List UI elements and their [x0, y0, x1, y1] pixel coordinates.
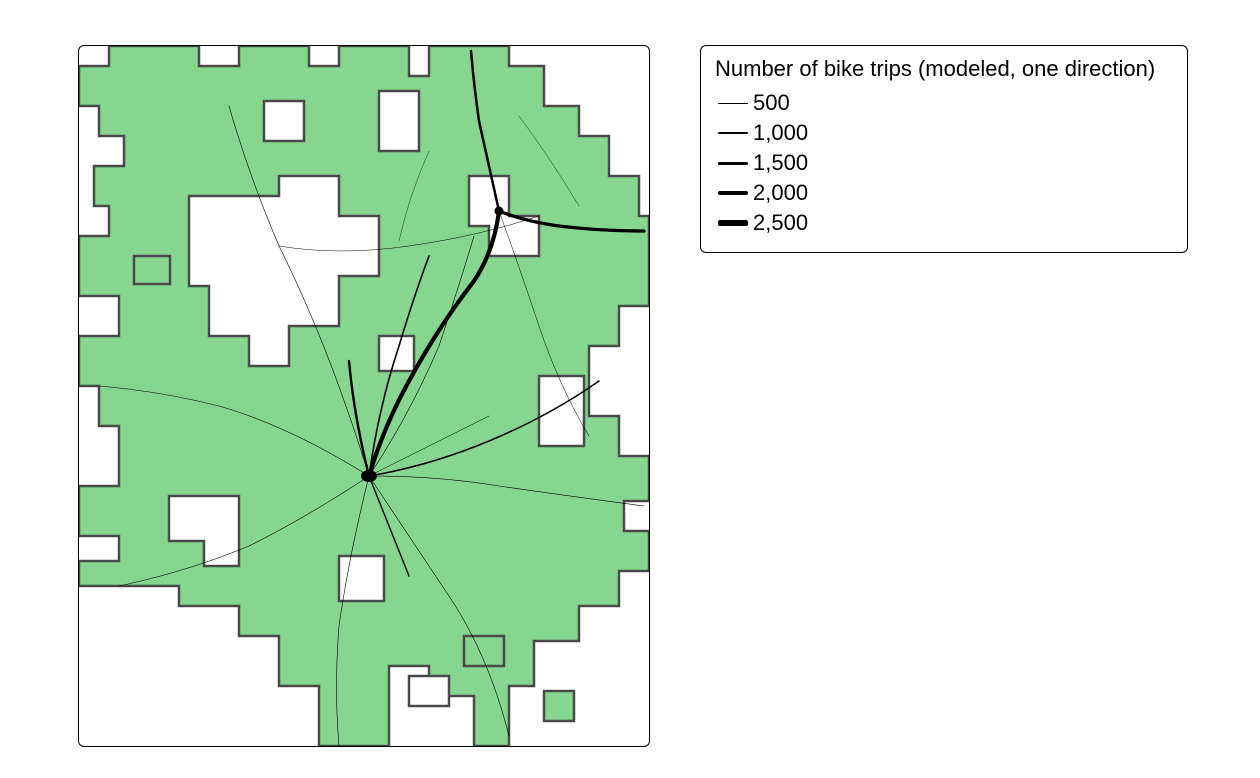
legend-label: 2,000	[753, 180, 808, 206]
hole-east	[539, 376, 584, 446]
legend-row: 1,000	[715, 118, 1173, 148]
legend-line-swatch	[715, 103, 751, 104]
hub-point	[361, 470, 377, 482]
map-svg	[79, 46, 649, 746]
legend-row: 500	[715, 88, 1173, 118]
legend-row: 1,500	[715, 148, 1173, 178]
legend-label: 1,500	[753, 150, 808, 176]
map-panel	[78, 45, 650, 747]
legend-line-swatch	[715, 191, 751, 195]
island-a	[134, 256, 170, 284]
legend-row: 2,000	[715, 178, 1173, 208]
legend-label: 1,000	[753, 120, 808, 146]
secondary-node	[495, 207, 504, 216]
island-c	[544, 691, 574, 721]
legend-line-swatch	[715, 220, 751, 225]
region-layer	[79, 46, 649, 746]
hole-south-b	[409, 676, 449, 706]
legend-line-swatch	[715, 162, 751, 165]
legend-row: 2,500	[715, 208, 1173, 238]
legend-title: Number of bike trips (modeled, one direc…	[715, 56, 1173, 82]
hole-north-b	[264, 101, 304, 141]
legend-line-swatch	[715, 132, 751, 134]
legend-panel: Number of bike trips (modeled, one direc…	[700, 45, 1188, 253]
hole-south-a	[339, 556, 384, 601]
hole-north-a	[379, 91, 419, 151]
legend-label: 500	[753, 90, 790, 116]
legend-label: 2,500	[753, 210, 808, 236]
